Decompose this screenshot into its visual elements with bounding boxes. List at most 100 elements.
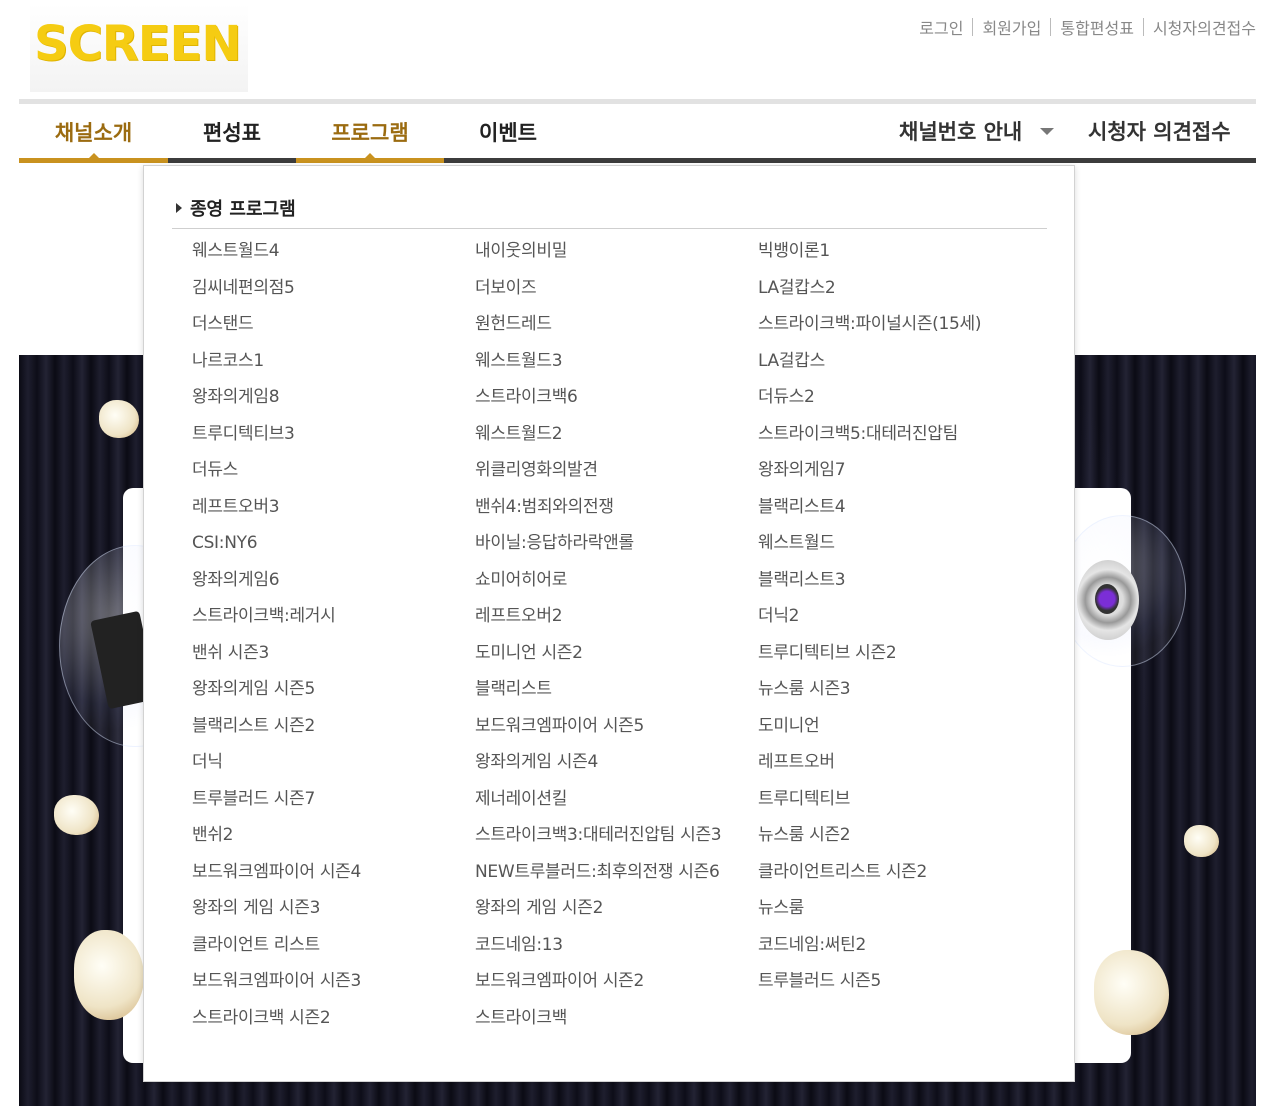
program-link[interactable]: 더듀스2: [758, 385, 1038, 422]
program-link[interactable]: 원헌드레드: [475, 312, 755, 349]
chevron-down-icon: [1040, 127, 1055, 135]
program-link[interactable]: 웨스트월드: [758, 531, 1038, 568]
program-link[interactable]: 스트라이크백:파이널시즌(15세): [758, 312, 1038, 349]
menu-section-title: 종영 프로그램: [176, 195, 296, 221]
program-link[interactable]: 밴쉬2: [192, 823, 472, 860]
nav-item-event[interactable]: 이벤트: [444, 104, 572, 160]
nav-active-indicator: [19, 158, 168, 163]
program-link[interactable]: NEW트루블러드:최후의전쟁 시즌6: [475, 860, 755, 897]
film-reel-icon: [1077, 560, 1139, 640]
caret-right-icon: [176, 203, 182, 213]
program-link[interactable]: 바이닐:응답하라락앤롤: [475, 531, 755, 568]
program-link[interactable]: 스트라이크백5:대테러진압팀: [758, 422, 1038, 459]
program-link[interactable]: 도미니언: [758, 714, 1038, 751]
program-link[interactable]: 도미니언 시즌2: [475, 641, 755, 678]
program-link[interactable]: 스트라이크백: [475, 1006, 755, 1043]
channel-guide-label: 채널번호 안내: [899, 120, 1023, 144]
program-link[interactable]: 레프트오버: [758, 750, 1038, 787]
program-link[interactable]: 보드워크엠파이어 시즌3: [192, 969, 472, 1006]
program-link[interactable]: 보드워크엠파이어 시즌4: [192, 860, 472, 897]
popcorn-icon: [1094, 950, 1169, 1035]
program-link[interactable]: 내이웃의비밀: [475, 239, 755, 276]
program-column-2: 내이웃의비밀 더보이즈 원헌드레드 웨스트월드3 스트라이크백6 웨스트월드2 위클리영화의…: [475, 239, 755, 1042]
program-link[interactable]: 위클리영화의발견: [475, 458, 755, 495]
program-link[interactable]: 밴쉬 시즌3: [192, 641, 472, 678]
popcorn-icon: [99, 400, 139, 438]
logo[interactable]: SCREEN: [30, 4, 248, 92]
program-link[interactable]: 웨스트월드3: [475, 349, 755, 386]
program-link[interactable]: 김씨네편의점5: [192, 276, 472, 313]
program-link[interactable]: 쇼미어히어로: [475, 568, 755, 605]
logo-text: SCREEN: [34, 16, 242, 72]
program-link[interactable]: 클라이언트리스트 시즌2: [758, 860, 1038, 897]
program-link[interactable]: 더듀스: [192, 458, 472, 495]
program-link[interactable]: 빅뱅이론1: [758, 239, 1038, 276]
program-link[interactable]: 더스탠드: [192, 312, 472, 349]
program-link[interactable]: 클라이언트 리스트: [192, 933, 472, 970]
popcorn-icon: [54, 795, 99, 835]
program-column-1: 웨스트월드4 김씨네편의점5 더스탠드 나르코스1 왕좌의게임8 트루디텍티브3 더듀스 레프…: [192, 239, 472, 1042]
program-link[interactable]: 스트라이크백 시즌2: [192, 1006, 472, 1043]
program-dropdown-menu: 종영 프로그램 웨스트월드4 김씨네편의점5 더스탠드 나르코스1 왕좌의게임8 트루디텍…: [143, 165, 1075, 1082]
program-link[interactable]: 더닉: [192, 750, 472, 787]
channel-guide-dropdown[interactable]: 채널번호 안내: [899, 104, 1055, 160]
program-link[interactable]: 더닉2: [758, 604, 1038, 641]
program-link[interactable]: 뉴스룸 시즌3: [758, 677, 1038, 714]
program-link[interactable]: 레프트오버3: [192, 495, 472, 532]
menu-section-title-text: 종영 프로그램: [190, 199, 296, 220]
program-link[interactable]: LA걸캅스2: [758, 276, 1038, 313]
program-link[interactable]: 왕좌의게임7: [758, 458, 1038, 495]
program-link[interactable]: 트루디텍티브: [758, 787, 1038, 824]
program-link[interactable]: 트루디텍티브3: [192, 422, 472, 459]
program-link[interactable]: 뉴스룸: [758, 896, 1038, 933]
program-link[interactable]: 더보이즈: [475, 276, 755, 313]
program-link[interactable]: 블랙리스트4: [758, 495, 1038, 532]
program-link[interactable]: LA걸캅스: [758, 349, 1038, 386]
schedule-link[interactable]: 통합편성표: [1060, 15, 1134, 39]
program-link[interactable]: 보드워크엠파이어 시즌5: [475, 714, 755, 751]
program-link[interactable]: 블랙리스트: [475, 677, 755, 714]
program-link[interactable]: 왕좌의 게임 시즌2: [475, 896, 755, 933]
program-link[interactable]: 스트라이크백3:대테러진압팀 시즌3: [475, 823, 755, 860]
program-link[interactable]: 왕좌의게임6: [192, 568, 472, 605]
program-link[interactable]: 코드네임:13: [475, 933, 755, 970]
nav-item-schedule[interactable]: 편성표: [168, 104, 296, 160]
program-link[interactable]: 나르코스1: [192, 349, 472, 386]
nav-underline: [19, 158, 1256, 163]
program-column-3: 빅뱅이론1 LA걸캅스2 스트라이크백:파이널시즌(15세) LA걸캅스 더듀스2 스트라…: [758, 239, 1038, 1006]
login-link[interactable]: 로그인: [919, 15, 963, 39]
program-link[interactable]: 제너레이션킬: [475, 787, 755, 824]
program-link[interactable]: 웨스트월드2: [475, 422, 755, 459]
program-link[interactable]: 왕좌의게임8: [192, 385, 472, 422]
program-link[interactable]: 블랙리스트 시즌2: [192, 714, 472, 751]
program-link[interactable]: 뉴스룸 시즌2: [758, 823, 1038, 860]
program-link[interactable]: 레프트오버2: [475, 604, 755, 641]
program-link[interactable]: 보드워크엠파이어 시즌2: [475, 969, 755, 1006]
program-link[interactable]: 트루블러드 시즌7: [192, 787, 472, 824]
viewer-opinion-button[interactable]: 시청자 의견접수: [1088, 104, 1231, 160]
divider: [972, 18, 974, 36]
viewer-opinion-link[interactable]: 시청자의견접수: [1153, 15, 1256, 39]
popcorn-icon: [1184, 825, 1219, 857]
program-link[interactable]: 밴쉬4:범죄와의전쟁: [475, 495, 755, 532]
program-link[interactable]: 스트라이크백6: [475, 385, 755, 422]
program-link[interactable]: 왕좌의 게임 시즌3: [192, 896, 472, 933]
nav-active-indicator: [296, 158, 444, 163]
program-link[interactable]: 왕좌의게임 시즌5: [192, 677, 472, 714]
program-link[interactable]: 왕좌의게임 시즌4: [475, 750, 755, 787]
divider: [1050, 18, 1052, 36]
main-nav: 채널소개 편성표 프로그램 이벤트 채널번호 안내 시청자 의견접수: [19, 104, 1256, 160]
nav-item-program[interactable]: 프로그램: [296, 104, 444, 160]
program-link[interactable]: 웨스트월드4: [192, 239, 472, 276]
program-link[interactable]: 블랙리스트3: [758, 568, 1038, 605]
nav-item-channel-intro[interactable]: 채널소개: [19, 104, 168, 160]
program-link[interactable]: 스트라이크백:레거시: [192, 604, 472, 641]
signup-link[interactable]: 회원가입: [982, 15, 1041, 39]
program-link[interactable]: 트루디텍티브 시즌2: [758, 641, 1038, 678]
program-link[interactable]: 트루블러드 시즌5: [758, 969, 1038, 1006]
program-link[interactable]: CSI:NY6: [192, 531, 472, 568]
utility-nav: 로그인 회원가입 통합편성표 시청자의견접수: [919, 15, 1256, 39]
divider: [1142, 18, 1144, 36]
program-link[interactable]: 코드네임:써틴2: [758, 933, 1038, 970]
menu-divider: [172, 228, 1047, 229]
